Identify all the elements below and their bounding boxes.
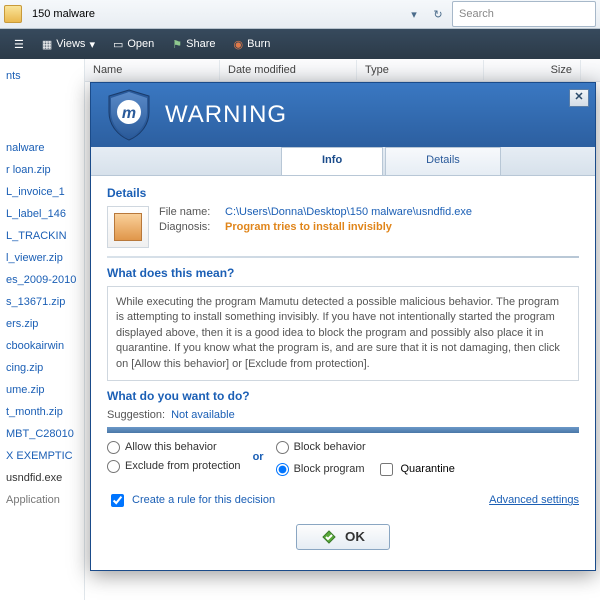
sidebar-item[interactable]: L_label_146 (4, 203, 80, 225)
exclude-protection-radio[interactable]: Exclude from protection (107, 460, 241, 473)
sidebar-item[interactable]: L_invoice_1 (4, 181, 80, 203)
allow-behavior-radio[interactable]: Allow this behavior (107, 441, 241, 454)
create-rule-checkbox[interactable]: Create a rule for this decision (107, 491, 275, 510)
sidebar-item[interactable]: r loan.zip (4, 159, 80, 181)
ok-icon (321, 529, 337, 545)
burn-button[interactable]: ◉Burn (228, 35, 277, 54)
suggestion-label: Suggestion: (107, 409, 165, 421)
column-name[interactable]: Name (85, 60, 220, 80)
sidebar-item[interactable]: usndfid.exe (4, 467, 80, 489)
advanced-settings-link[interactable]: Advanced settings (489, 494, 579, 506)
ok-button[interactable]: OK (296, 524, 390, 550)
share-button[interactable]: ⚑Share (166, 35, 221, 54)
diagnosis-label: Diagnosis: (159, 221, 225, 233)
tab-info[interactable]: Info (281, 147, 383, 175)
diagnosis-value: Program tries to install invisibly (225, 221, 392, 233)
folder-icon (4, 5, 22, 23)
sidebar-item[interactable]: cing.zip (4, 357, 80, 379)
sidebar-item[interactable]: t_month.zip (4, 401, 80, 423)
suggestion-value: Not available (171, 409, 235, 421)
block-behavior-radio[interactable]: Block behavior (276, 441, 455, 454)
views-button[interactable]: ▦Views▾ (36, 35, 101, 54)
column-modified[interactable]: Date modified (220, 60, 357, 80)
open-button[interactable]: ▭Open (107, 35, 160, 54)
sidebar-item[interactable]: MBT_C28010 (4, 423, 80, 445)
quarantine-checkbox[interactable]: Quarantine (376, 460, 454, 479)
sidebar-item[interactable]: s_13671.zip (4, 291, 80, 313)
column-type[interactable]: Type (357, 60, 484, 80)
sidebar-item[interactable]: L_TRACKIN (4, 225, 80, 247)
shield-icon: m (105, 88, 153, 142)
sidebar-item[interactable]: l_viewer.zip (4, 247, 80, 269)
close-button[interactable]: ✕ (569, 89, 589, 107)
sidebar: nts nalware r loan.zip L_invoice_1 L_lab… (0, 59, 85, 600)
sidebar-item[interactable]: es_2009-2010 (4, 269, 80, 291)
sidebar-item[interactable]: ers.zip (4, 313, 80, 335)
sidebar-item[interactable]: nts (4, 65, 80, 87)
sidebar-item[interactable]: X EXEMPTIC (4, 445, 80, 467)
sidebar-item: Application (4, 489, 80, 511)
search-input[interactable]: Search (452, 1, 596, 27)
refresh-icon[interactable]: ↻ (428, 4, 448, 24)
column-size[interactable]: Size (484, 60, 581, 80)
block-program-radio[interactable]: Block program (276, 463, 365, 476)
dialog-title: WARNING (165, 101, 287, 129)
breadcrumb[interactable]: 150 malware (26, 6, 101, 22)
explanation-text: While executing the program Mamutu detec… (107, 286, 579, 381)
svg-text:m: m (122, 105, 136, 122)
tab-details[interactable]: Details (385, 147, 501, 175)
do-heading: What do you want to do? (107, 389, 579, 403)
warning-dialog: ✕ m WARNING Info Details Details File na… (90, 82, 596, 571)
sidebar-item[interactable]: cbookairwin (4, 335, 80, 357)
dropdown-icon[interactable]: ▾ (404, 4, 424, 24)
or-text: or (249, 441, 268, 463)
organize-button[interactable]: ☰ (8, 35, 30, 54)
details-heading: Details (107, 186, 579, 200)
mean-heading: What does this mean? (107, 266, 579, 280)
file-icon (107, 206, 149, 248)
filename-label: File name: (159, 206, 225, 218)
filename-value: C:\Users\Donna\Desktop\150 malware\usndf… (225, 206, 472, 218)
sidebar-item[interactable]: ume.zip (4, 379, 80, 401)
sidebar-item[interactable]: nalware (4, 137, 80, 159)
